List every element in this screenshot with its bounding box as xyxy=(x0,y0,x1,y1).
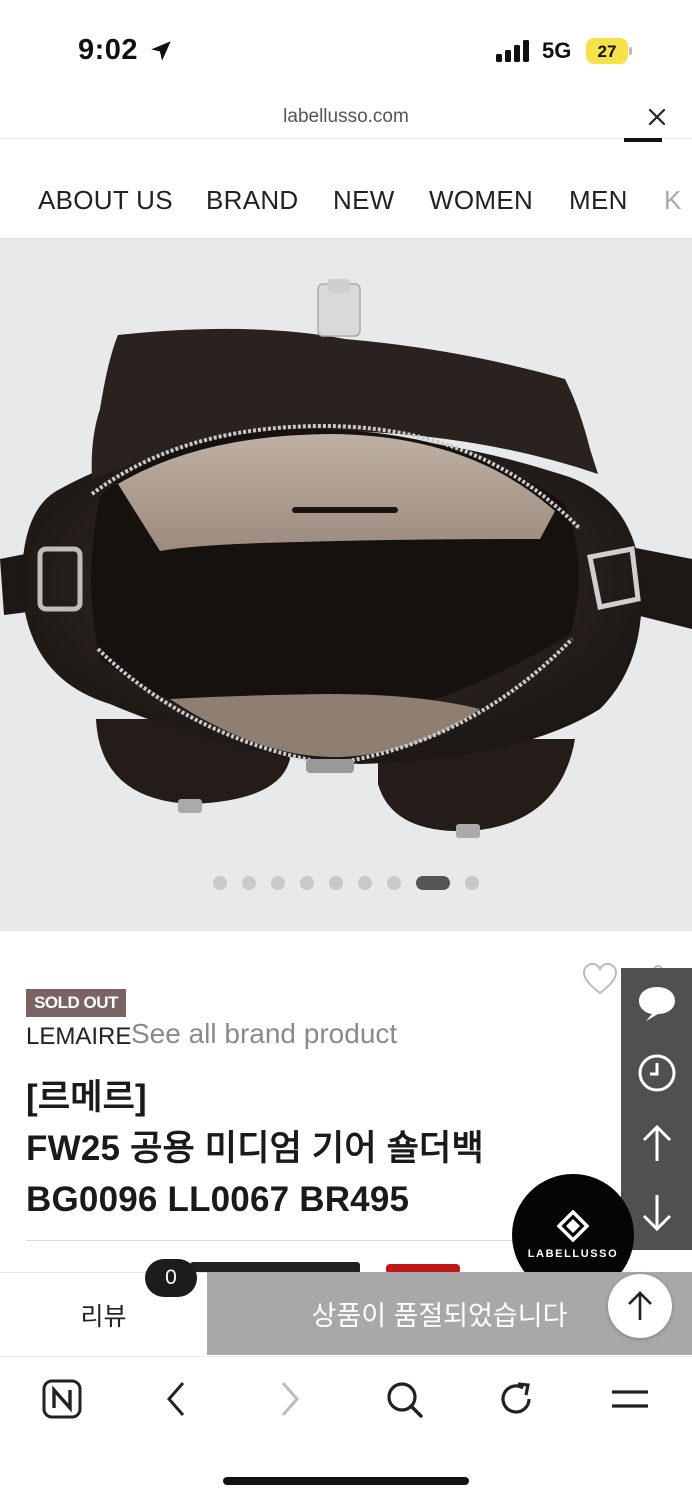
arrow-down-icon xyxy=(642,1195,671,1232)
product-title-line: FW25 공용 미디엄 기어 숄더백 xyxy=(26,1129,484,1168)
url-label[interactable]: labellusso.com xyxy=(0,106,692,128)
status-time: 9:02 xyxy=(78,34,139,66)
brand-name[interactable]: LEMAIRE xyxy=(26,1023,131,1051)
sold-out-badge: SOLD OUT xyxy=(26,989,126,1017)
carousel-dot[interactable] xyxy=(300,876,314,890)
review-count-badge: 0 xyxy=(145,1259,197,1297)
refresh-icon xyxy=(501,1382,531,1414)
browser-toolbar xyxy=(0,1356,692,1443)
carousel-dot[interactable] xyxy=(213,876,227,890)
arrow-up-icon xyxy=(642,1124,671,1161)
menu-button[interactable] xyxy=(606,1375,654,1423)
search-button[interactable] xyxy=(380,1375,428,1423)
logo-text: LABELLUSSO xyxy=(527,1248,619,1260)
carousel-dot[interactable] xyxy=(387,876,401,890)
clock-icon xyxy=(638,1054,675,1092)
hamburger-menu-icon xyxy=(612,1390,648,1408)
naver-home-button[interactable] xyxy=(38,1375,86,1423)
battery-level: 27 xyxy=(598,42,617,61)
product-title: [르메르] FW25 공용 미디엄 기어 숄더백 BG0096 LL0067 B… xyxy=(26,1072,484,1225)
carousel-pagination[interactable] xyxy=(0,876,692,890)
diamond-logo-icon xyxy=(557,1210,589,1242)
nav-item-women[interactable]: WOMEN xyxy=(429,185,533,216)
back-to-top-button[interactable] xyxy=(608,1274,672,1338)
search-icon xyxy=(387,1382,423,1418)
home-indicator xyxy=(223,1477,469,1485)
cellular-signal-icon xyxy=(496,40,529,62)
carousel-dot[interactable] xyxy=(271,876,285,890)
nav-item-men[interactable]: MEN xyxy=(569,185,628,216)
carousel-dot[interactable] xyxy=(329,876,343,890)
header-divider xyxy=(0,138,692,139)
location-arrow-icon xyxy=(151,41,171,61)
nav-item-brand[interactable]: BRAND xyxy=(206,185,299,216)
recent-view-button[interactable] xyxy=(621,1038,692,1108)
forward-button[interactable] xyxy=(266,1375,314,1423)
carousel-dot[interactable] xyxy=(242,876,256,890)
product-title-line: BG0096 LL0067 BR495 xyxy=(26,1180,410,1219)
carousel-dot[interactable] xyxy=(465,876,479,890)
scroll-up-button[interactable] xyxy=(621,1108,692,1178)
reload-button[interactable] xyxy=(492,1375,540,1423)
close-icon[interactable] xyxy=(644,104,670,130)
chevron-right-icon xyxy=(281,1382,299,1416)
battery-icon: 27 xyxy=(586,38,632,64)
header-indicator xyxy=(624,138,662,142)
carousel-dot[interactable] xyxy=(358,876,372,890)
back-button[interactable] xyxy=(152,1375,200,1423)
nav-item-about-us[interactable]: ABOUT US xyxy=(38,185,173,216)
chevron-left-icon xyxy=(167,1382,185,1416)
nav-item-cut-off[interactable]: K xyxy=(664,185,682,216)
nav-item-new[interactable]: NEW xyxy=(333,185,395,216)
bag-illustration xyxy=(0,279,692,838)
chat-icon xyxy=(638,987,675,1021)
heart-icon[interactable] xyxy=(582,962,618,996)
product-title-line: [르메르] xyxy=(26,1078,147,1117)
chat-button[interactable] xyxy=(621,968,692,1038)
naver-n-icon xyxy=(42,1379,82,1419)
network-type: 5G xyxy=(542,38,572,63)
see-all-brand-link[interactable]: See all brand product xyxy=(131,1018,397,1050)
floating-side-bar xyxy=(621,968,692,1250)
product-image[interactable] xyxy=(0,239,692,931)
carousel-dot-active[interactable] xyxy=(416,876,450,890)
arrow-up-icon xyxy=(628,1291,652,1320)
